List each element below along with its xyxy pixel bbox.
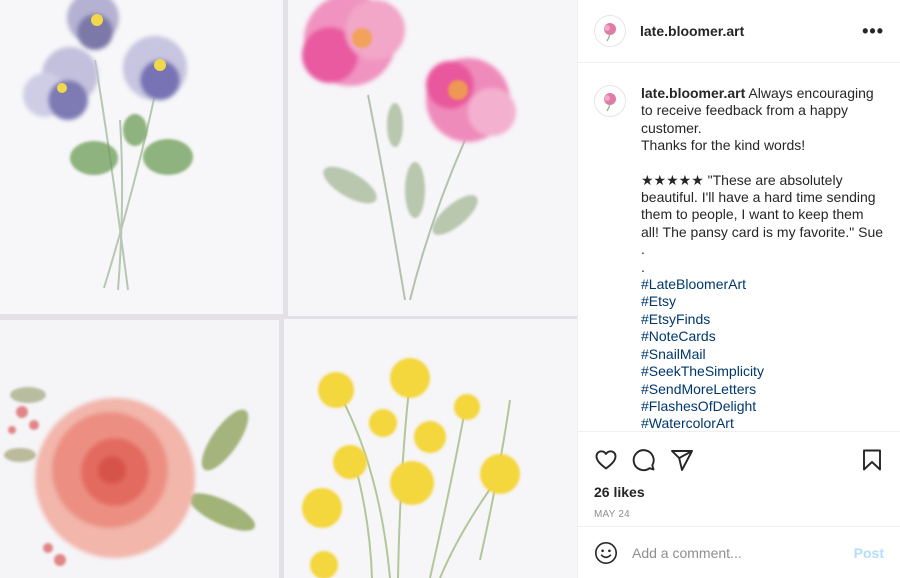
comment-icon[interactable] (632, 448, 656, 472)
more-options-icon[interactable]: ••• (862, 22, 884, 40)
hashtag-link[interactable]: #WatercolorArt (641, 415, 884, 431)
add-comment-bar: Post (578, 526, 900, 578)
share-icon[interactable] (670, 448, 694, 472)
post-date[interactable]: MAY 24 (594, 509, 884, 520)
hashtag-link[interactable]: #SendMoreLetters (641, 381, 884, 398)
caption-thanks: Thanks for the kind words! (641, 137, 806, 154)
customer-review: ★★★★★ "These are absolutely beautiful. I… (641, 171, 884, 240)
header-username[interactable]: late.bloomer.art (640, 23, 744, 39)
action-bar: 26 likes MAY 24 (578, 431, 900, 520)
comments-section[interactable]: late.bloomer.art Always encouraging to r… (578, 63, 900, 431)
bookmark-icon[interactable] (860, 448, 884, 472)
comment-input[interactable] (632, 544, 854, 561)
caption-avatar[interactable] (594, 85, 626, 117)
post-comment-button[interactable]: Post (854, 545, 884, 561)
likes-count[interactable]: 26 likes (594, 484, 884, 500)
instagram-post: late.bloomer.art ••• late.bloomer.art Al… (0, 0, 900, 578)
post-header: late.bloomer.art ••• (578, 0, 900, 63)
hashtag-link[interactable]: #FlashesOfDelight (641, 398, 884, 415)
emoji-icon[interactable] (594, 541, 618, 565)
flower-logo-icon (604, 23, 616, 42)
action-icons (594, 440, 884, 480)
watercolor-cards-photo (0, 0, 577, 578)
hashtag-link[interactable]: #SnailMail (641, 346, 884, 363)
heart-icon[interactable] (594, 448, 618, 472)
caption-username[interactable]: late.bloomer.art (641, 85, 745, 101)
hashtag-link[interactable]: #LateBloomerArt (641, 276, 884, 293)
caption-line: late.bloomer.art Always encouraging to r… (641, 85, 884, 137)
post-sidebar: late.bloomer.art ••• late.bloomer.art Al… (577, 0, 900, 578)
hashtag-link[interactable]: #Etsy (641, 293, 884, 310)
hashtag-link[interactable]: #EtsyFinds (641, 311, 884, 328)
hashtag-link[interactable]: #SeekTheSimplicity (641, 363, 884, 380)
caption-text: late.bloomer.art Always encouraging to r… (641, 85, 884, 431)
caption-dot: . (641, 258, 645, 275)
flower-logo-icon (604, 93, 616, 112)
post-image[interactable] (0, 0, 577, 578)
hashtag-link[interactable]: #NoteCards (641, 328, 884, 345)
avatar[interactable] (594, 15, 626, 47)
caption-dot: . (641, 241, 645, 258)
